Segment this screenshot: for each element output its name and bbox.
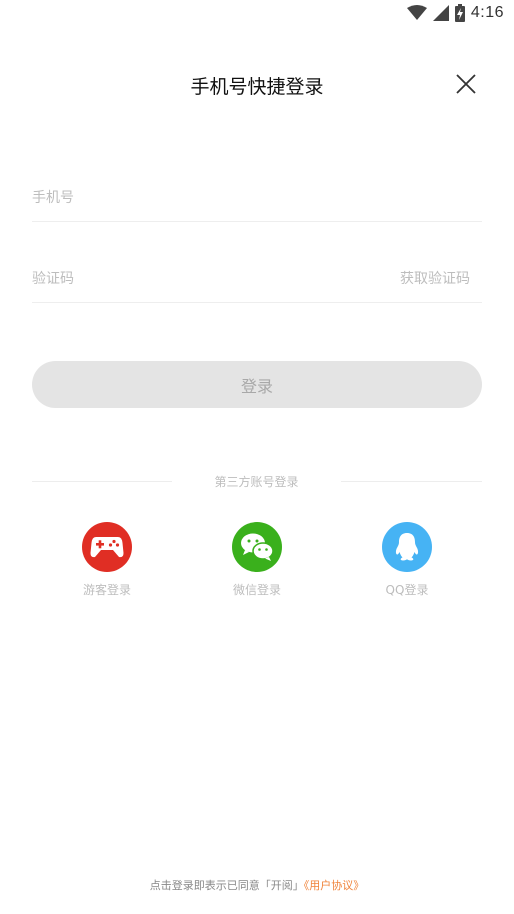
qq-login-circle <box>382 522 432 572</box>
agreement-footer: 点击登录即表示已同意「开阅」《用户协议》 <box>0 877 514 893</box>
signal-icon <box>432 5 449 21</box>
wechat-login-button[interactable]: 微信登录 <box>207 522 307 598</box>
get-code-button[interactable]: 获取验证码 <box>400 255 470 303</box>
user-agreement-link[interactable]: 《用户协议》 <box>304 879 365 892</box>
wechat-icon <box>241 533 274 561</box>
page-title: 手机号快捷登录 <box>190 76 324 98</box>
status-bar: 4:16 <box>0 0 514 28</box>
status-icons: 4:16 <box>406 3 504 23</box>
qq-penguin-icon <box>395 533 419 561</box>
phone-input[interactable] <box>32 174 372 222</box>
qq-login-label: QQ登录 <box>385 583 429 597</box>
guest-login-button[interactable]: 游客登录 <box>57 522 157 598</box>
divider-left <box>32 481 172 482</box>
agreement-text: 点击登录即表示已同意「开阅」 <box>149 879 304 892</box>
divider-right <box>341 481 482 482</box>
gamepad-icon <box>90 537 124 558</box>
wechat-login-label: 微信登录 <box>232 583 281 597</box>
battery-charging-icon <box>454 4 465 22</box>
third-party-divider-label: 第三方账号登录 <box>214 475 299 489</box>
wechat-login-circle <box>232 522 282 572</box>
verification-code-input[interactable] <box>32 255 372 303</box>
phone-field-row <box>32 174 482 222</box>
login-button[interactable]: 登录 <box>32 361 482 408</box>
close-button[interactable] <box>454 72 478 96</box>
qq-login-button[interactable]: QQ登录 <box>357 522 457 598</box>
wifi-icon <box>406 5 427 20</box>
close-icon <box>456 74 476 94</box>
guest-login-label: 游客登录 <box>82 583 131 597</box>
status-time: 4:16 <box>470 4 504 21</box>
code-field-row: 获取验证码 <box>32 255 482 303</box>
guest-login-circle <box>82 522 132 572</box>
